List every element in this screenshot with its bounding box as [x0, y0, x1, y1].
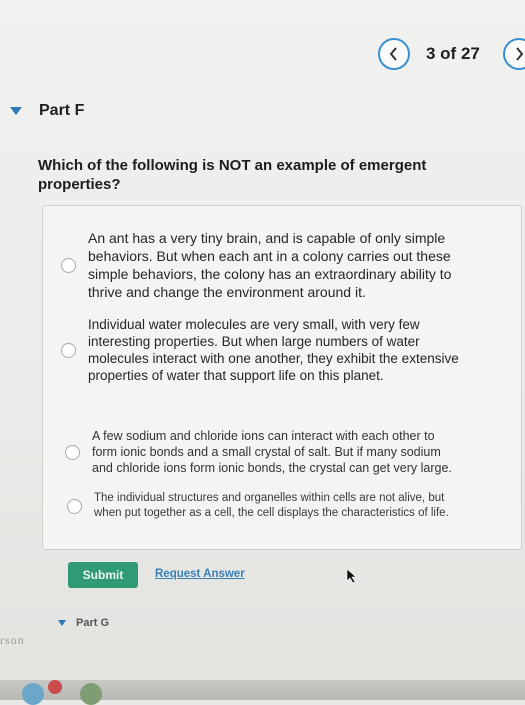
caret-down-icon: [58, 620, 66, 626]
app-icon[interactable]: [80, 683, 102, 705]
previous-button[interactable]: [378, 38, 410, 70]
request-answer-link[interactable]: Request Answer: [155, 568, 245, 580]
radio-button[interactable]: [61, 342, 76, 358]
answer-option[interactable]: A few sodium and chloride ions can inter…: [65, 428, 462, 476]
submit-button[interactable]: Submit: [68, 562, 138, 588]
part-f-header[interactable]: Part F: [10, 102, 84, 120]
option-label: A few sodium and chloride ions can inter…: [92, 429, 452, 475]
notification-badge-icon: [48, 680, 62, 694]
part-title: Part G: [76, 617, 110, 629]
answer-option[interactable]: An ant has a very tiny brain, and is cap…: [61, 229, 478, 301]
next-button[interactable]: [503, 38, 525, 70]
option-label: An ant has a very tiny brain, and is cap…: [88, 230, 452, 300]
answer-option[interactable]: The individual structures and organelles…: [67, 491, 454, 521]
chevron-left-icon: [389, 47, 397, 61]
answer-option[interactable]: Individual water molecules are very smal…: [61, 316, 463, 384]
chevron-right-icon: [516, 47, 524, 61]
radio-button[interactable]: [65, 444, 80, 460]
radio-button[interactable]: [61, 257, 76, 273]
app-icon[interactable]: [22, 683, 44, 705]
part-g-header[interactable]: Part G: [58, 617, 109, 629]
pagination: 3 of 27: [378, 38, 494, 70]
caret-down-icon: [10, 107, 22, 115]
mouse-cursor-icon: [346, 568, 357, 584]
radio-button[interactable]: [67, 498, 82, 514]
brand-fragment: rson: [0, 633, 25, 647]
option-label: The individual structures and organelles…: [94, 492, 449, 519]
option-label: Individual water molecules are very smal…: [88, 317, 459, 383]
page: 3 of 27 Part F Which of the following is…: [0, 0, 525, 705]
taskbar: [0, 680, 525, 700]
page-position: 3 of 27: [426, 44, 480, 63]
part-title: Part F: [39, 102, 85, 119]
answer-options: An ant has a very tiny brain, and is cap…: [42, 205, 522, 550]
question-text: Which of the following is NOT an example…: [38, 157, 427, 193]
